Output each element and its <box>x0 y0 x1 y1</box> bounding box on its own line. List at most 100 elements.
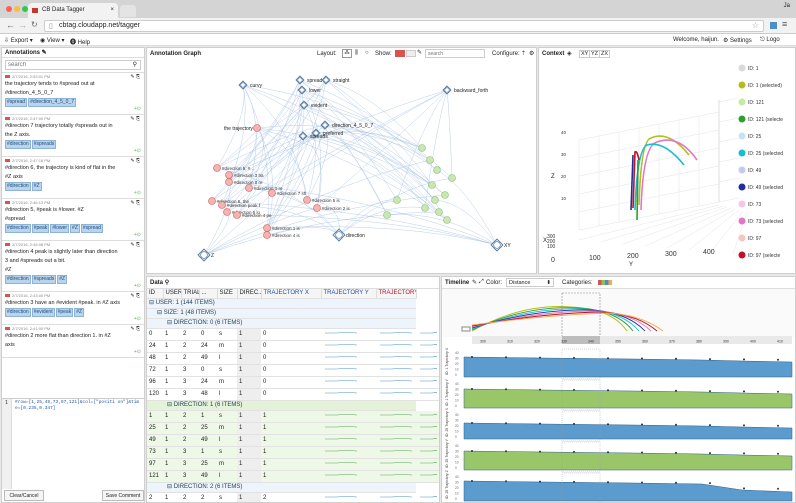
add-tag-icon[interactable]: +⊙ <box>5 233 141 238</box>
table-row[interactable]: 73 1 3 1 s 1 1 <box>147 446 439 459</box>
tag-chip[interactable]: #peak <box>31 224 50 233</box>
tag-chip[interactable]: #Z <box>57 275 68 284</box>
browser-tab[interactable]: CB Data Tagger × <box>28 3 118 18</box>
table-row[interactable]: 0120s10 <box>147 328 439 341</box>
annotation-node[interactable] <box>303 196 311 204</box>
tag-chip[interactable]: #direction <box>5 182 31 191</box>
new-tab-button[interactable] <box>120 5 136 17</box>
save-comment-button[interactable]: Save Comment <box>102 490 144 501</box>
annotation-node[interactable] <box>431 196 439 204</box>
table-row[interactable]: 121 1 3 49 l 1 1 <box>147 470 439 483</box>
timeline-chart[interactable]: 300 310 320 330 340 350 360 370 380 390 400 410ID: … <box>442 289 795 502</box>
annotation-search-input[interactable] <box>6 61 126 69</box>
tag-chip[interactable]: #lower <box>50 224 70 233</box>
group-row[interactable]: ⊟ USER: 1 (144 ITEMS) <box>147 298 439 309</box>
annotation-item[interactable]: 2/7/2016, 2:43:00 PM ✎ ⎘ #direction 3 have… <box>2 292 144 325</box>
tag-filter-icon[interactable]: ✎ <box>417 49 422 56</box>
tag-chip[interactable]: #Z <box>70 224 80 233</box>
add-tag-icon[interactable]: +⊙ <box>5 191 141 196</box>
annotation-node[interactable] <box>421 204 429 212</box>
context-3d-plot[interactable]: 102030400 100 200 300 400100200300ZXYID: 1ID… <box>539 60 795 273</box>
tag-chip[interactable]: #direction <box>5 275 31 284</box>
view-menu[interactable]: ◉ View ▾ <box>40 37 65 44</box>
group-row[interactable]: ⊟ DIRECTION: 0 (6 ITEMS) <box>147 318 439 329</box>
tag-chip[interactable]: #Z <box>31 182 42 191</box>
edit-icon[interactable]: ✎ ⎘ <box>130 158 140 164</box>
annotation-node[interactable] <box>245 184 253 192</box>
table-row[interactable]: 2122s12 <box>147 492 439 502</box>
timeline-expand-icon[interactable]: ⤢ <box>479 279 484 286</box>
layout-force-icon[interactable]: ⁂ <box>342 49 352 58</box>
annotation-item[interactable]: 2/7/2016, 2:47:18 PM ✎ ⎘ #direction 6, the… <box>2 157 144 199</box>
tag-chip[interactable]: #evident <box>31 308 55 317</box>
timeline-pin-icon[interactable]: ✎ <box>472 279 477 286</box>
clear-cancel-button[interactable]: Clear/Cancel <box>4 490 44 501</box>
column-header[interactable]: DIREC... <box>237 289 262 299</box>
annotation-item[interactable]: 2/7/2016, 2:47:00 PM ✎ ⎘ #direction 7 traj… <box>2 115 144 157</box>
annotation-node[interactable] <box>213 164 221 172</box>
add-tag-icon[interactable]: +⊙ <box>5 149 141 154</box>
annotation-item[interactable]: 2/7/2016, 2:41:00 PM ✎ ⎘ #direction 2 more… <box>2 325 144 358</box>
edit-icon[interactable]: ✎ ⎘ <box>130 200 140 206</box>
column-header[interactable]: TRAJECTORY Y <box>321 289 377 299</box>
table-row[interactable]: 97 1 3 25 m 1 1 <box>147 458 439 471</box>
table-row[interactable]: 48 1 2 49 l 1 0 <box>147 352 439 365</box>
show-annotations-toggle[interactable] <box>395 50 405 57</box>
edit-icon[interactable]: ✎ ⎘ <box>130 242 140 248</box>
annotation-node[interactable] <box>218 201 226 209</box>
annotation-node[interactable] <box>253 124 261 132</box>
annotation-node[interactable] <box>233 211 241 219</box>
table-row[interactable]: 120 1 3 48 l 1 0 <box>147 388 439 401</box>
add-tag-icon[interactable]: +⊙ <box>5 350 141 355</box>
configure-gear-icon[interactable]: ⚙ <box>529 50 534 57</box>
annotation-node[interactable] <box>313 204 321 212</box>
legend-label[interactable]: ID: 97 (selecte <box>748 253 780 259</box>
annotation-node[interactable] <box>225 178 233 186</box>
column-header[interactable]: SIZE <box>217 289 238 299</box>
tag-chip[interactable]: #direction <box>5 308 31 317</box>
annotation-node[interactable] <box>208 197 216 205</box>
annotation-node[interactable] <box>448 174 456 182</box>
annotation-graph-canvas[interactable]: #direction 5, #... #direction 3 ha #direct… <box>147 60 536 273</box>
group-row[interactable]: ⊟ DIRECTION: 1 (6 ITEMS) <box>147 400 439 411</box>
layout-grid-icon[interactable]: ⫼ <box>355 50 358 57</box>
profile-name[interactable]: Ja <box>784 3 790 9</box>
context-tab-zx[interactable]: ZX <box>599 50 611 58</box>
annotation-node[interactable] <box>435 208 443 216</box>
show-tags-toggle[interactable] <box>406 50 416 57</box>
legend-label[interactable]: ID: 49 <box>748 168 762 174</box>
tab-close-icon[interactable]: × <box>110 3 114 18</box>
annotation-node[interactable] <box>393 196 401 204</box>
annotation-editor[interactable]: 1 #row=[1,25,49,73,97,121]&col=["positi … <box>2 398 144 489</box>
annotation-item[interactable]: 2/7/2016, 2:45:08 PM ✎ ⎘ #direction 4 peak… <box>2 241 144 292</box>
table-row[interactable]: 72 1 3 0 s 1 0 <box>147 364 439 377</box>
annotation-node[interactable] <box>433 166 441 174</box>
annotation-search-box[interactable]: ⚲ <box>5 60 141 70</box>
time-axis-window[interactable] <box>562 336 600 344</box>
trajectory-line[interactable] <box>634 143 685 211</box>
legend-label[interactable]: ID: 25 (selected <box>748 151 783 157</box>
legend-label[interactable]: ID: 97 <box>748 236 762 242</box>
tag-chip[interactable]: #spread <box>80 224 103 233</box>
annotation-node[interactable] <box>263 224 271 232</box>
column-header[interactable]: TRAJECTORY <box>376 289 417 299</box>
table-row[interactable]: 49 1 2 49 l 1 1 <box>147 434 439 447</box>
bookmark-star-icon[interactable]: ☆ <box>752 21 759 30</box>
settings-link[interactable]: ⚙ Settings <box>723 37 752 44</box>
tag-chip[interactable]: #spread <box>5 98 28 107</box>
tag-icon[interactable]: ✎ <box>42 50 47 56</box>
address-bar[interactable]: ▯ cbtag.cloudapp.net/tagger ☆ <box>44 20 764 32</box>
forward-icon[interactable]: → <box>18 20 27 30</box>
column-header[interactable]: USER <box>163 289 182 299</box>
data-search-icon[interactable]: ⚲ <box>165 280 169 286</box>
edit-icon[interactable]: ✎ ⎘ <box>130 293 140 299</box>
group-row[interactable]: ⊟ SIZE: 1 (48 ITEMS) <box>147 308 439 319</box>
edit-icon[interactable]: ✎ ⎘ <box>130 116 140 122</box>
annotation-item[interactable]: 2/7/2016, 2:46:13 PM ✎ ⎘ #direction 5, #pe… <box>2 199 144 241</box>
table-row[interactable]: 25 1 2 25 m 1 1 <box>147 422 439 435</box>
tag-chip[interactable]: #direction <box>5 140 31 149</box>
annotation-node[interactable] <box>428 181 436 189</box>
configure-up-icon[interactable]: ⇡ <box>521 50 526 57</box>
annotation-node[interactable] <box>225 171 233 179</box>
tag-chip[interactable]: #spreads <box>31 275 57 284</box>
